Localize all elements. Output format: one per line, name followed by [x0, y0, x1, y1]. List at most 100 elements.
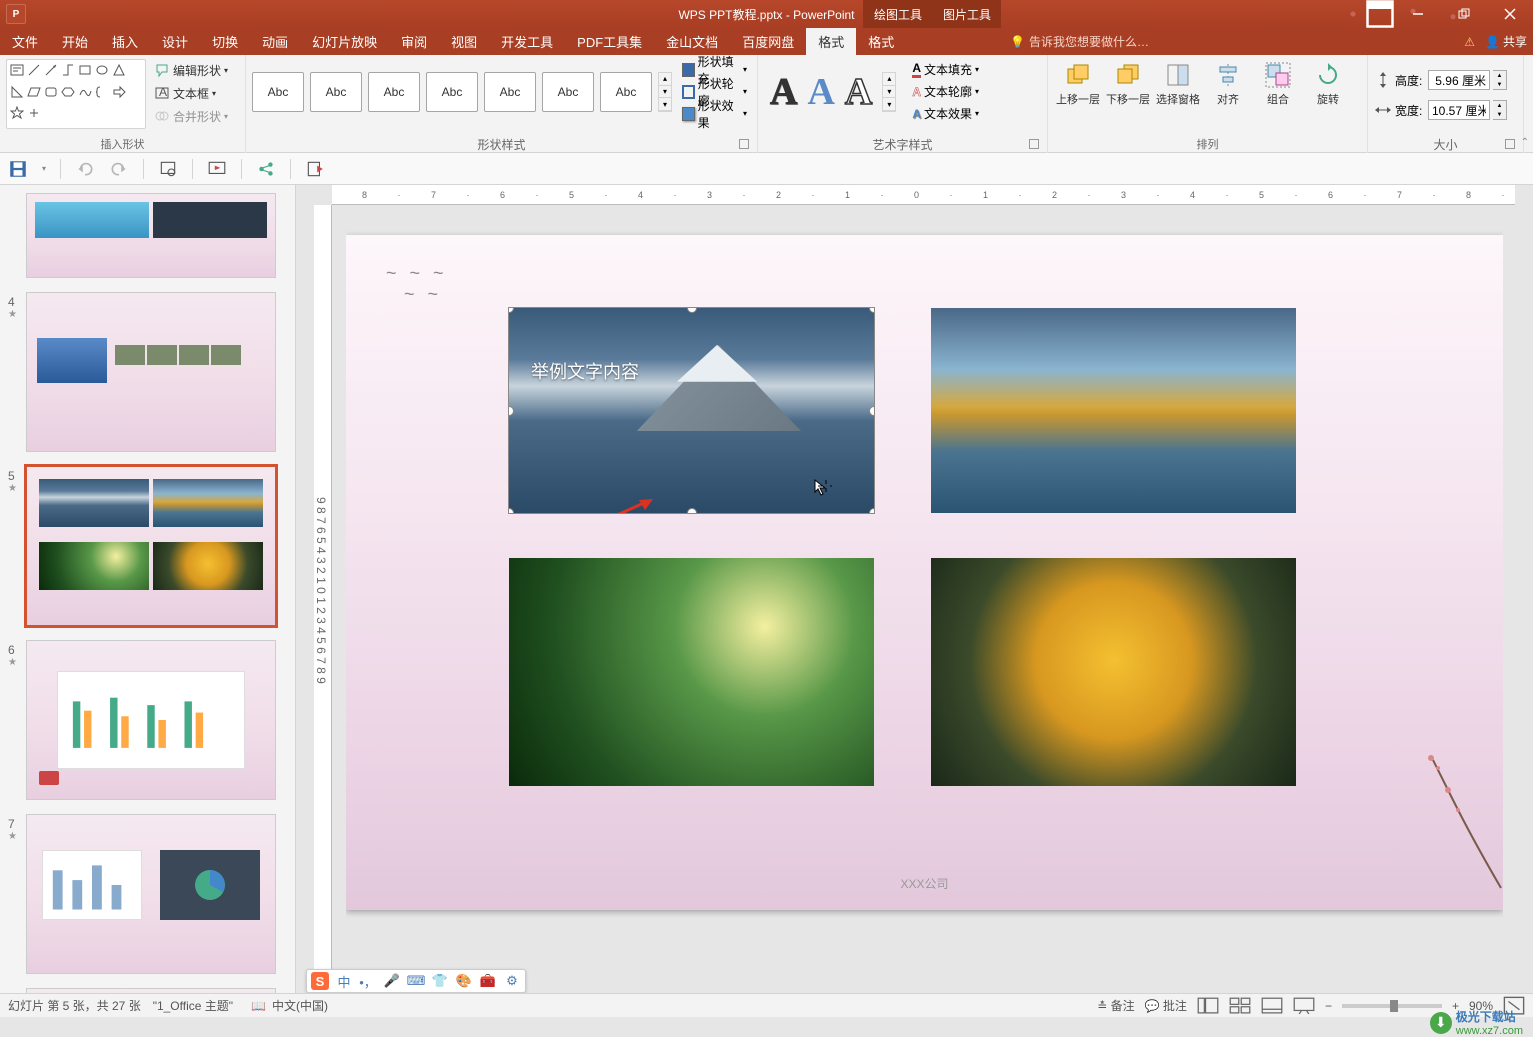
tab-developer[interactable]: 开发工具: [489, 28, 565, 55]
notes-button[interactable]: ≛ 备注: [1097, 997, 1134, 1014]
tab-pdf-tools[interactable]: PDF工具集: [565, 28, 654, 55]
wordart-nav[interactable]: ▴ ▾ ▾: [882, 72, 896, 112]
tab-format-picture[interactable]: 格式: [856, 28, 906, 55]
wordart-style-2[interactable]: A: [807, 70, 834, 114]
status-language[interactable]: 中文(中国): [272, 997, 328, 1014]
slide-sorter-button[interactable]: [1229, 997, 1251, 1015]
shape-free-line-icon[interactable]: [77, 84, 93, 100]
thumb-slide-4[interactable]: [26, 292, 276, 452]
tab-transitions[interactable]: 切换: [200, 28, 250, 55]
shape-oval-icon[interactable]: [94, 62, 110, 78]
ime-skin-icon[interactable]: 🎨: [455, 972, 473, 990]
shape-style-7[interactable]: Abc: [600, 72, 652, 112]
shape-line-arrow-icon[interactable]: [43, 62, 59, 78]
tab-jinshan-docs[interactable]: 金山文档: [654, 28, 730, 55]
ime-cn-button[interactable]: 中: [335, 972, 353, 990]
spin-down-icon[interactable]: ▼: [1493, 80, 1506, 89]
resize-handle-se[interactable]: [869, 508, 874, 513]
tab-home[interactable]: 开始: [50, 28, 100, 55]
shape-line-icon[interactable]: [26, 62, 42, 78]
wordart-style-3[interactable]: A: [845, 70, 872, 114]
share-this-button[interactable]: [256, 159, 276, 179]
slide-image-mountain[interactable]: 举例文字内容 ↻: [509, 308, 874, 513]
width-input[interactable]: [1428, 100, 1490, 120]
ime-toolbox-icon[interactable]: 🧰: [479, 972, 497, 990]
shape-style-4[interactable]: Abc: [426, 72, 478, 112]
gallery-more-icon[interactable]: ▾: [883, 98, 895, 111]
dialog-launcher-icon[interactable]: [1505, 139, 1515, 149]
group-button[interactable]: 组合: [1254, 59, 1302, 109]
gallery-up-icon[interactable]: ▴: [659, 73, 671, 86]
zoom-slider-thumb[interactable]: [1390, 1000, 1398, 1012]
thumb-slide-6[interactable]: [26, 640, 276, 800]
shape-textbox-icon[interactable]: [9, 62, 25, 78]
text-box-button[interactable]: A 文本框 ▾: [150, 82, 232, 104]
thumbnail-8[interactable]: 8★: [0, 984, 295, 993]
zoom-out-button[interactable]: −: [1325, 999, 1332, 1013]
minimize-button[interactable]: [1395, 0, 1441, 28]
thumbnail-partial-3[interactable]: [0, 189, 295, 288]
ribbon-display-icon[interactable]: [1365, 0, 1395, 28]
wordart-style-1[interactable]: A: [770, 70, 797, 114]
thumb-slide-3[interactable]: [26, 193, 276, 278]
reading-view-button[interactable]: [1261, 997, 1283, 1015]
tab-design[interactable]: 设计: [150, 28, 200, 55]
text-fill-button[interactable]: A 文本填充 ▾: [908, 59, 983, 80]
vertical-ruler[interactable]: 9 8 7 6 5 4 3 2 1 0 1 2 3 4 5 6 7 8 9: [314, 205, 332, 975]
print-preview-button[interactable]: [158, 159, 178, 179]
collapse-ribbon-icon[interactable]: ⌃: [1521, 137, 1529, 148]
image-caption[interactable]: 举例文字内容: [531, 358, 639, 384]
normal-view-button[interactable]: [1197, 997, 1219, 1015]
tab-review[interactable]: 审阅: [389, 28, 439, 55]
drawing-tools-tab[interactable]: 绘图工具: [863, 0, 932, 28]
tab-insert[interactable]: 插入: [100, 28, 150, 55]
share-button[interactable]: 👤 共享: [1485, 33, 1527, 50]
slide-image-maple[interactable]: [931, 558, 1296, 786]
shape-style-5[interactable]: Abc: [484, 72, 536, 112]
wordart-gallery[interactable]: A A A ▴ ▾ ▾: [764, 59, 902, 125]
chevron-down-icon[interactable]: ▾: [42, 164, 46, 173]
spin-up-icon[interactable]: ▲: [1493, 101, 1506, 110]
text-effects-button[interactable]: A 文本效果 ▾: [908, 103, 983, 124]
shape-rounded-rect-icon[interactable]: [43, 84, 59, 100]
tab-baidu-netdisk[interactable]: 百度网盘: [730, 28, 806, 55]
close-button[interactable]: [1487, 0, 1533, 28]
bring-forward-button[interactable]: 上移一层: [1054, 59, 1102, 109]
comments-button[interactable]: 💬 批注: [1145, 997, 1187, 1014]
ime-punct-button[interactable]: •，: [359, 972, 377, 990]
shape-right-triangle-icon[interactable]: [9, 84, 25, 100]
zoom-slider[interactable]: [1342, 1004, 1442, 1008]
selection-pane-button[interactable]: 选择窗格: [1154, 59, 1202, 109]
redo-button[interactable]: [109, 159, 129, 179]
height-input[interactable]: [1428, 70, 1490, 90]
picture-tools-tab[interactable]: 图片工具: [932, 0, 1001, 28]
shape-style-6[interactable]: Abc: [542, 72, 594, 112]
resize-handle-e[interactable]: [869, 406, 874, 416]
align-button[interactable]: 对齐: [1204, 59, 1252, 109]
shape-triangle-icon[interactable]: [111, 62, 127, 78]
text-outline-button[interactable]: A 文本轮廓 ▾: [908, 81, 983, 102]
shape-connector-icon[interactable]: [60, 62, 76, 78]
slide-image-leaves[interactable]: [509, 558, 874, 786]
warning-icon[interactable]: ⚠: [1464, 35, 1475, 49]
shape-style-gallery[interactable]: Abc Abc Abc Abc Abc Abc Abc ▴ ▾ ▾: [252, 59, 672, 125]
gallery-up-icon[interactable]: ▴: [883, 73, 895, 86]
tab-file[interactable]: 文件: [0, 28, 50, 55]
ime-person-icon[interactable]: 👕: [431, 972, 449, 990]
shape-star-icon[interactable]: [9, 105, 25, 121]
shapes-gallery[interactable]: [6, 59, 146, 129]
resize-handle-s[interactable]: [687, 508, 697, 513]
shape-hexagon-icon[interactable]: [60, 84, 76, 100]
tab-format-drawing[interactable]: 格式: [806, 28, 856, 55]
spin-down-icon[interactable]: ▼: [1493, 110, 1506, 119]
width-spinner[interactable]: ▲▼: [1493, 100, 1507, 120]
gallery-more-icon[interactable]: ▾: [659, 98, 671, 111]
tab-view[interactable]: 视图: [439, 28, 489, 55]
tab-slideshow[interactable]: 幻灯片放映: [300, 28, 389, 55]
thumb-slide-7[interactable]: [26, 814, 276, 974]
gallery-down-icon[interactable]: ▾: [883, 86, 895, 99]
horizontal-ruler[interactable]: 16 · 15 · 14 · 13 · 12 · 11 · 10 · 9 · 8…: [332, 185, 1515, 205]
tell-me-search[interactable]: 💡 告诉我您想要做什么…: [1010, 33, 1149, 50]
dialog-launcher-icon[interactable]: [739, 139, 749, 149]
shape-style-2[interactable]: Abc: [310, 72, 362, 112]
